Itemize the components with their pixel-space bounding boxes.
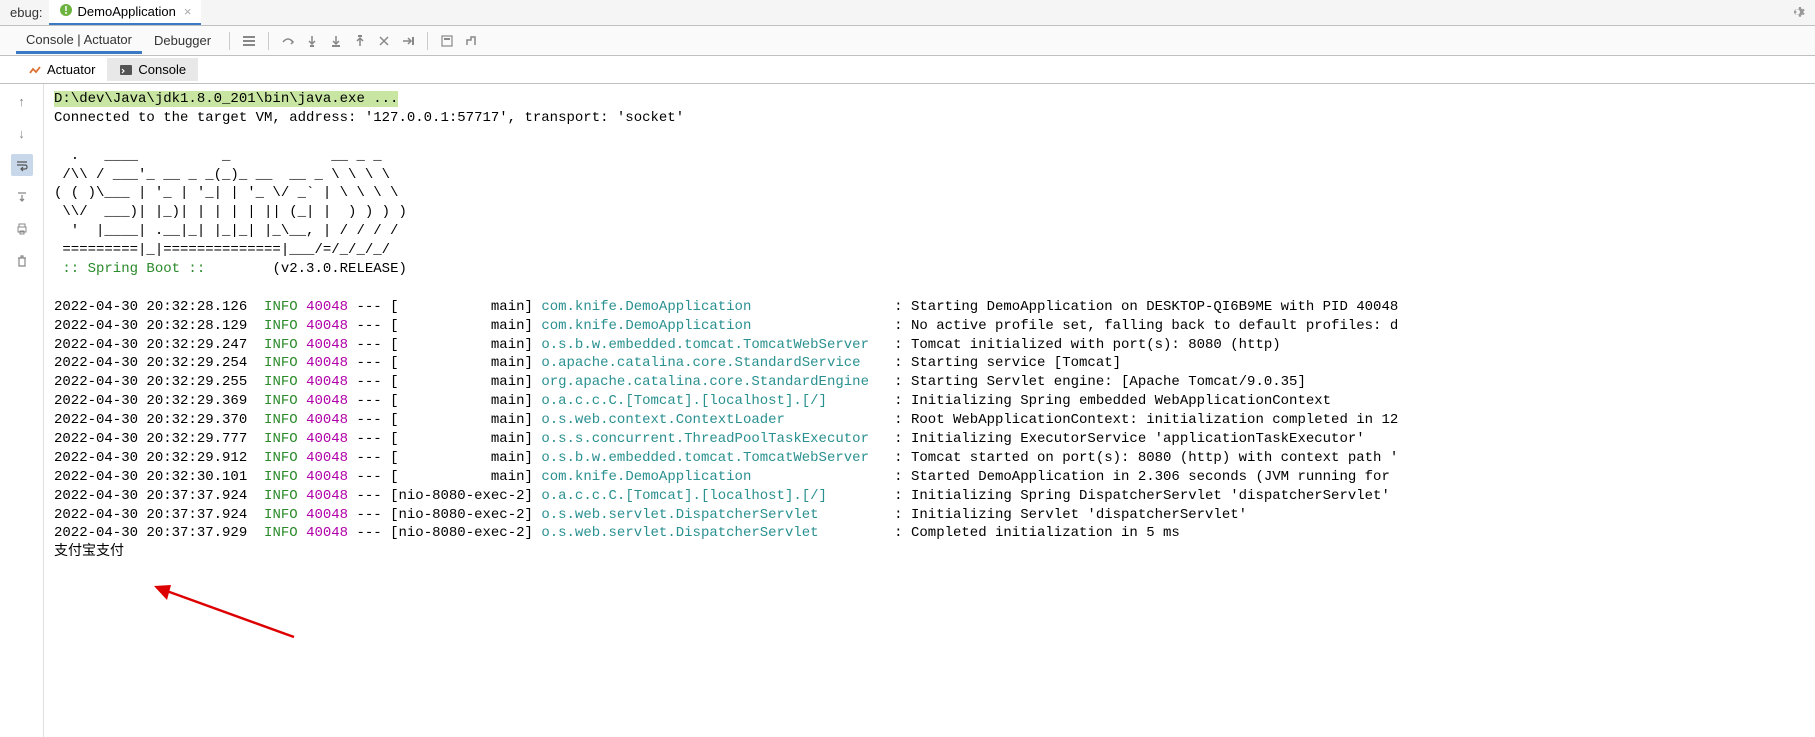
console-line: \\/ ___)| |_)| | | | | || (_| | ) ) ) ) xyxy=(54,203,1805,222)
console-line xyxy=(54,128,1805,147)
scroll-down-icon[interactable]: ↓ xyxy=(11,122,33,144)
subtab-actuator-label: Actuator xyxy=(47,62,95,77)
step-out-icon[interactable] xyxy=(349,30,371,52)
console-line: 2022-04-30 20:32:30.101 INFO 40048 --- [… xyxy=(54,468,1805,487)
separator xyxy=(268,32,269,50)
console-line: D:\dev\Java\jdk1.8.0_201\bin\java.exe ..… xyxy=(54,90,1805,109)
subtab-actuator[interactable]: Actuator xyxy=(16,58,107,81)
console-line: 2022-04-30 20:32:28.129 INFO 40048 --- [… xyxy=(54,317,1805,336)
trace-icon[interactable] xyxy=(460,30,482,52)
console-line: 2022-04-30 20:32:29.370 INFO 40048 --- [… xyxy=(54,411,1805,430)
scroll-to-end-icon[interactable] xyxy=(11,186,33,208)
console-line: 2022-04-30 20:32:29.777 INFO 40048 --- [… xyxy=(54,430,1805,449)
console-line: 2022-04-30 20:32:29.247 INFO 40048 --- [… xyxy=(54,336,1805,355)
debug-label: ebug: xyxy=(4,5,49,20)
force-step-into-icon[interactable] xyxy=(325,30,347,52)
console-line xyxy=(54,279,1805,298)
step-over-icon[interactable] xyxy=(277,30,299,52)
console-line: 2022-04-30 20:32:29.255 INFO 40048 --- [… xyxy=(54,373,1805,392)
tab-debugger[interactable]: Debugger xyxy=(144,29,221,52)
console-line: 2022-04-30 20:32:28.126 INFO 40048 --- [… xyxy=(54,298,1805,317)
console-line: 2022-04-30 20:32:29.369 INFO 40048 --- [… xyxy=(54,392,1805,411)
gear-icon[interactable] xyxy=(1789,4,1805,23)
run-config-tab[interactable]: DemoApplication × xyxy=(49,0,202,25)
console-line: ( ( )\___ | '_ | '_| | '_ \/ _` | \ \ \ … xyxy=(54,184,1805,203)
run-config-bar: ebug: DemoApplication × xyxy=(0,0,1815,26)
tab-console-actuator[interactable]: Console | Actuator xyxy=(16,28,142,54)
spring-boot-icon xyxy=(59,3,73,20)
annotation-arrow-icon xyxy=(149,582,299,642)
console-line: 2022-04-30 20:37:37.929 INFO 40048 --- [… xyxy=(54,524,1805,543)
step-into-icon[interactable] xyxy=(301,30,323,52)
console-line: 2022-04-30 20:37:37.924 INFO 40048 --- [… xyxy=(54,487,1805,506)
console-gutter: ↑ ↓ xyxy=(0,84,44,737)
console-line: 2022-04-30 20:32:29.254 INFO 40048 --- [… xyxy=(54,354,1805,373)
console-line: /\\ / ___'_ __ _ _(_)_ __ __ _ \ \ \ \ xyxy=(54,166,1805,185)
console-line: Connected to the target VM, address: '12… xyxy=(54,109,1805,128)
separator xyxy=(229,32,230,50)
soft-wrap-icon[interactable] xyxy=(11,154,33,176)
run-config-name: DemoApplication xyxy=(78,4,176,19)
separator xyxy=(427,32,428,50)
console-icon xyxy=(119,63,133,77)
run-to-cursor-icon[interactable] xyxy=(397,30,419,52)
subtab-console[interactable]: Console xyxy=(107,58,198,81)
console-line: :: Spring Boot :: (v2.3.0.RELEASE) xyxy=(54,260,1805,279)
debug-toolbar: Console | Actuator Debugger xyxy=(0,26,1815,56)
console-line: 支付宝支付 xyxy=(54,543,1805,562)
print-icon[interactable] xyxy=(11,218,33,240)
threads-icon[interactable] xyxy=(238,30,260,52)
console-sub-tabs: Actuator Console xyxy=(0,56,1815,84)
console-line: 2022-04-30 20:37:37.924 INFO 40048 --- [… xyxy=(54,506,1805,525)
console-line: ' |____| .__|_| |_|_| |_\__, | / / / / xyxy=(54,222,1805,241)
evaluate-icon[interactable] xyxy=(436,30,458,52)
actuator-icon xyxy=(28,63,42,77)
console-line: . ____ _ __ _ _ xyxy=(54,147,1805,166)
clear-icon[interactable] xyxy=(11,250,33,272)
subtab-console-label: Console xyxy=(138,62,186,77)
content-area: ↑ ↓ D:\dev\Java\jdk1.8.0_201\bin\java.ex… xyxy=(0,84,1815,737)
console-line: =========|_|==============|___/=/_/_/_/ xyxy=(54,241,1805,260)
drop-frame-icon[interactable] xyxy=(373,30,395,52)
console-output[interactable]: D:\dev\Java\jdk1.8.0_201\bin\java.exe ..… xyxy=(44,84,1815,737)
console-line: 2022-04-30 20:32:29.912 INFO 40048 --- [… xyxy=(54,449,1805,468)
scroll-up-icon[interactable]: ↑ xyxy=(11,90,33,112)
close-icon[interactable]: × xyxy=(184,4,192,19)
